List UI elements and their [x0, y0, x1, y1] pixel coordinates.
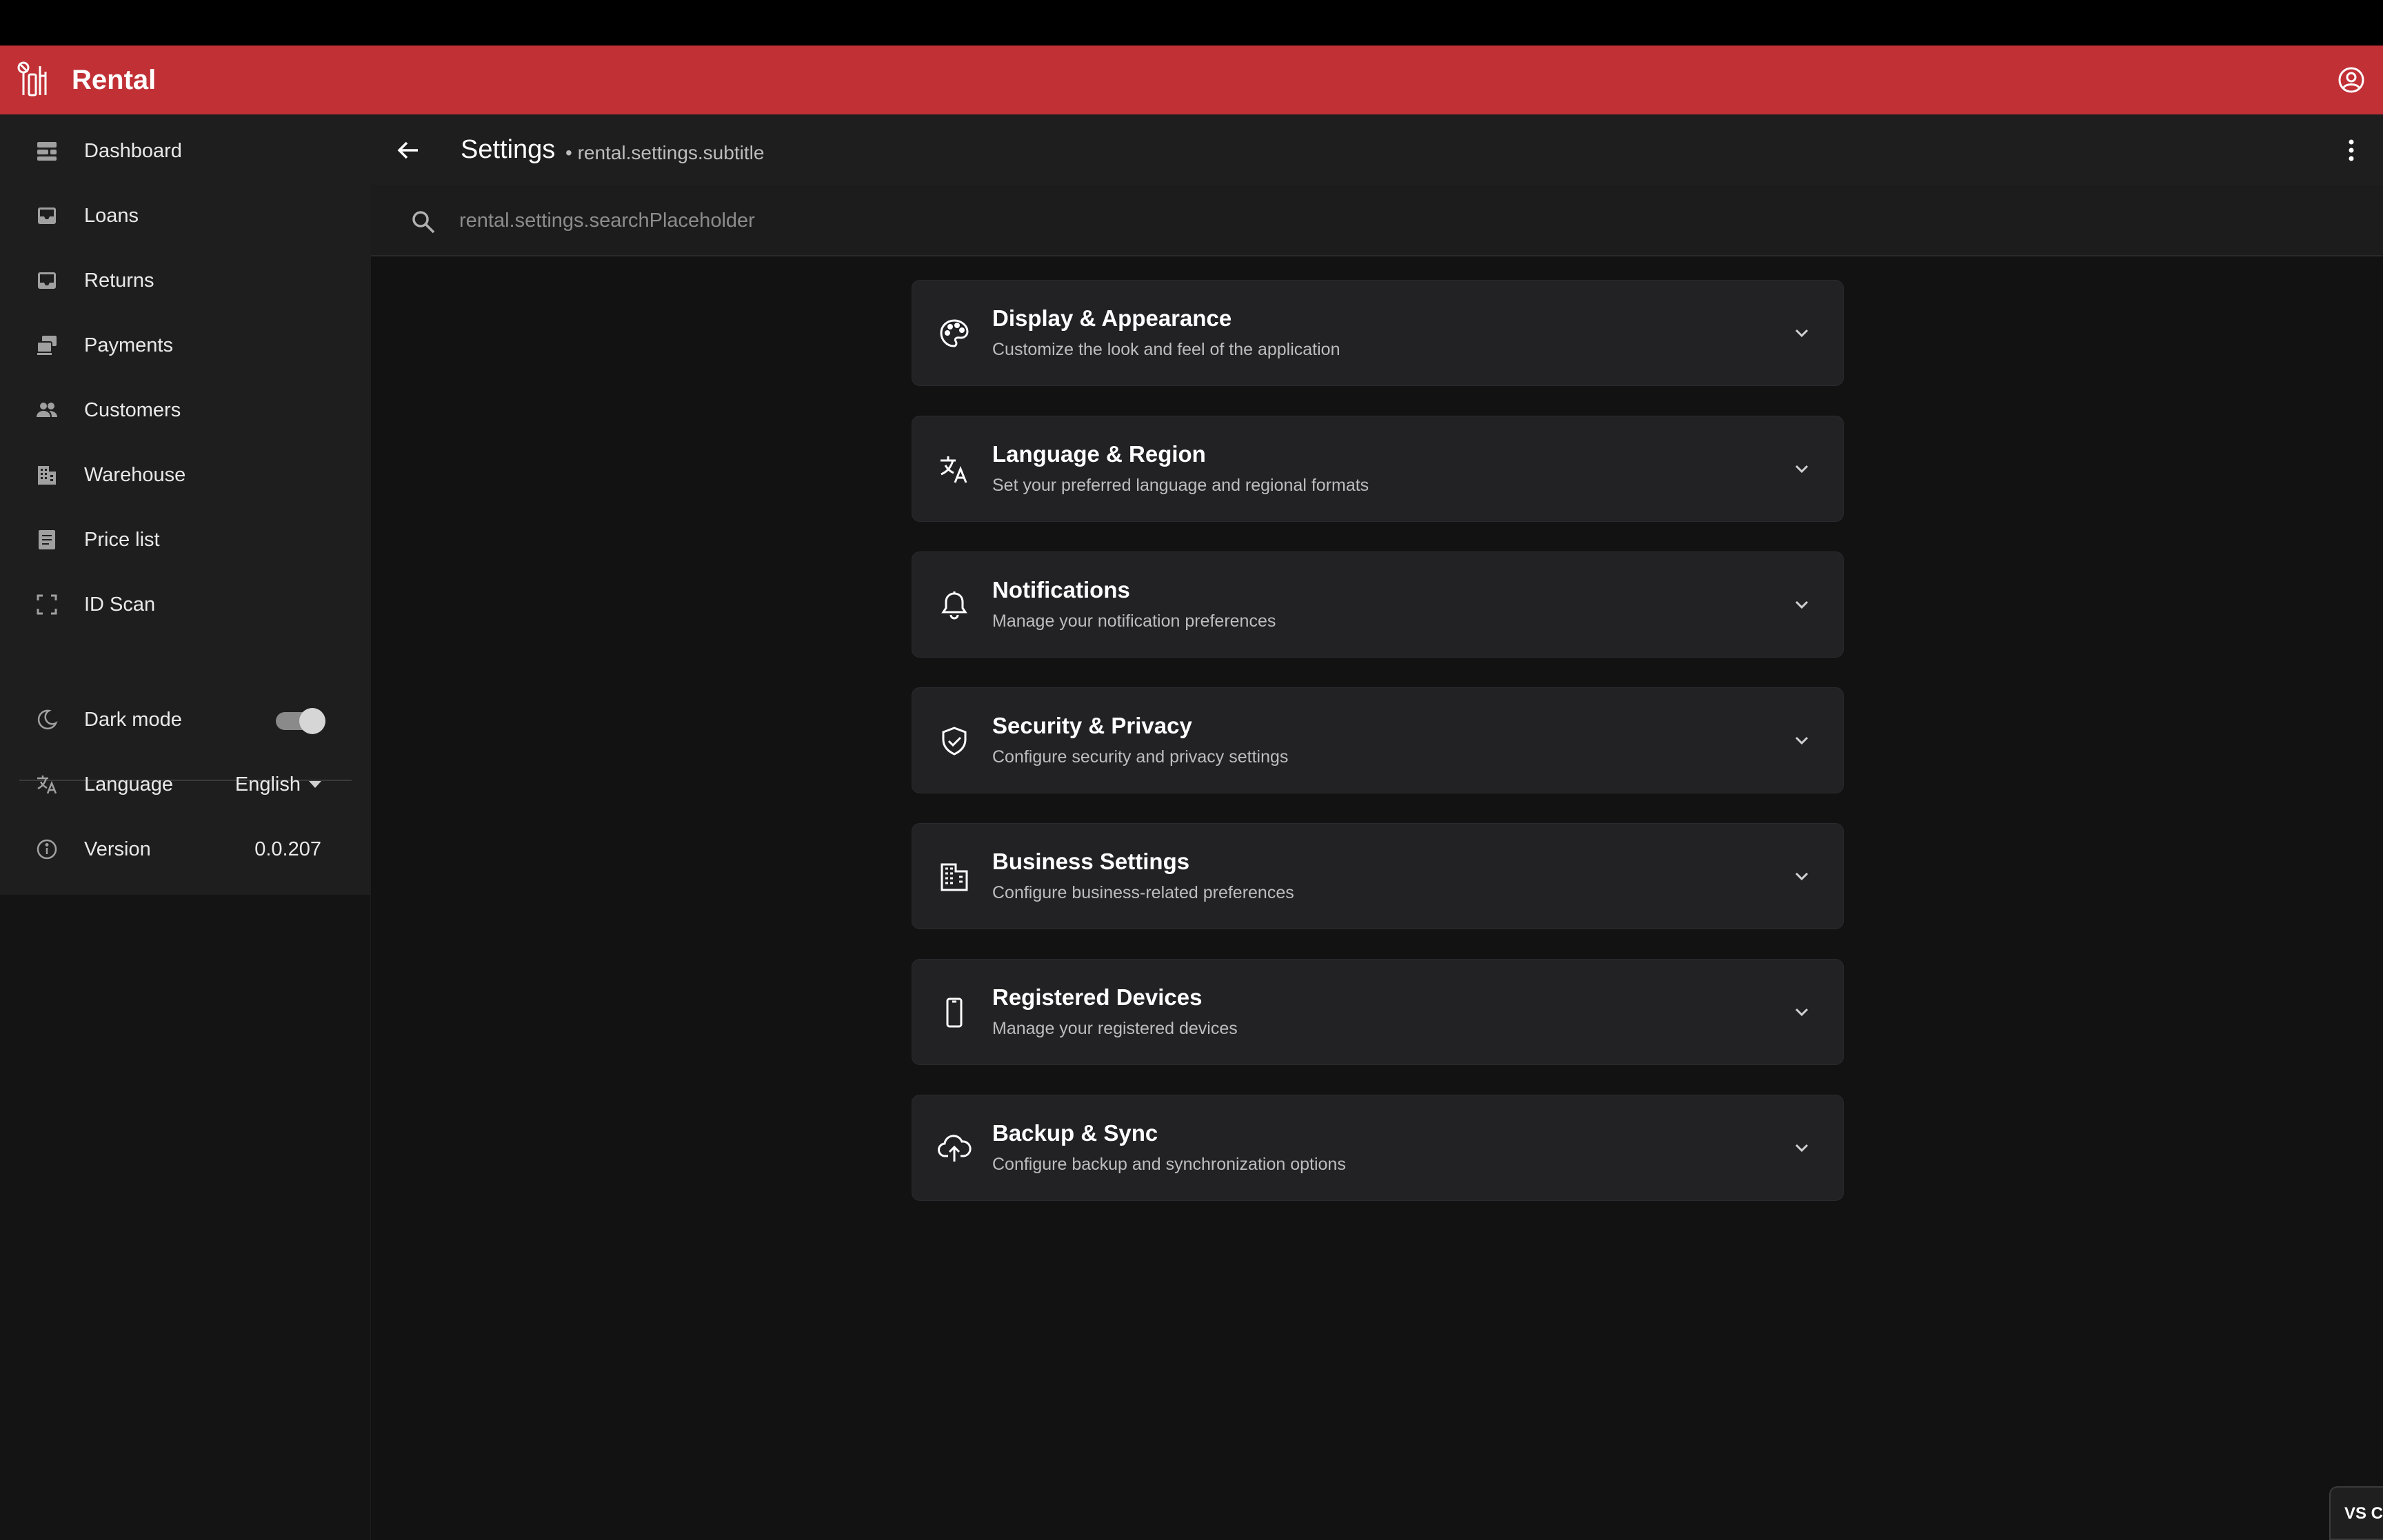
payments-icon [33, 332, 61, 359]
dark-mode-row: Dark mode [0, 689, 371, 750]
chevron-down-icon [1787, 1133, 1817, 1163]
sidebar-item-label: Returns [84, 269, 154, 292]
sidebar-item-label: Warehouse [84, 463, 186, 486]
sidebar-item-label: Customers [84, 398, 181, 421]
building-icon [33, 461, 61, 489]
section-security-privacy[interactable]: Security & Privacy Configure security an… [912, 687, 1844, 793]
section-title: Notifications [992, 577, 1130, 602]
section-business-settings[interactable]: Business Settings Configure business-rel… [912, 823, 1844, 929]
section-description: Manage your notification preferences [992, 611, 1276, 631]
language-select[interactable]: English [235, 773, 321, 796]
people-icon [33, 396, 61, 424]
section-title: Backup & Sync [992, 1120, 1158, 1146]
account-circle-icon[interactable] [2335, 63, 2368, 97]
sidebar-item-id-scan[interactable]: ID Scan [0, 574, 371, 635]
section-notifications[interactable]: Notifications Manage your notification p… [912, 551, 1844, 658]
version-label: Version [84, 838, 151, 860]
chevron-down-icon [1787, 589, 1817, 620]
section-title: Language & Region [992, 441, 1206, 467]
section-backup-sync[interactable]: Backup & Sync Configure backup and synch… [912, 1095, 1844, 1201]
sidebar-item-label: Dashboard [84, 139, 182, 162]
inbox-upload-icon [33, 202, 61, 230]
dark-mode-label: Dark mode [84, 708, 182, 731]
language-label: Language [84, 773, 174, 796]
language-value: English [234, 773, 301, 796]
bell-icon [937, 588, 972, 622]
version-value: 0.0.207 [254, 838, 321, 860]
system-top-bar [0, 0, 2383, 45]
section-title: Business Settings [992, 849, 1190, 874]
section-description: Configure security and privacy settings [992, 747, 1289, 767]
section-description: Configure business-related preferences [992, 883, 1294, 902]
more-vertical-icon[interactable] [2335, 134, 2368, 167]
translate-icon [33, 771, 61, 798]
palette-icon [937, 316, 972, 351]
page-subtitle: • rental.settings.subtitle [565, 142, 765, 163]
sidebar-item-label: Loans [84, 204, 139, 227]
sidebar-item-customers[interactable]: Customers [0, 380, 371, 440]
section-description: Set your preferred language and regional… [992, 476, 1369, 495]
settings-header: Settings • rental.settings.subtitle [371, 114, 2383, 185]
sidebar-item-label: Payments [84, 334, 173, 356]
sidebar-item-warehouse[interactable]: Warehouse [0, 445, 371, 505]
section-title: Security & Privacy [992, 713, 1192, 738]
chevron-down-icon [1787, 861, 1817, 891]
document-icon [33, 526, 61, 554]
chevron-down-icon [1787, 725, 1817, 756]
section-title: Registered Devices [992, 984, 1203, 1010]
sidebar-item-payments[interactable]: Payments [0, 315, 371, 376]
scan-frame-icon [33, 591, 61, 618]
sidebar: Dashboard Loans Returns Payments Custome… [0, 114, 371, 895]
app-title: Rental [72, 65, 157, 95]
sidebar-item-price-list[interactable]: Price list [0, 509, 371, 570]
sidebar-item-dashboard[interactable]: Dashboard [0, 121, 371, 181]
sidebar-item-loans[interactable]: Loans [0, 185, 371, 246]
chevron-down-icon [1787, 454, 1817, 484]
settings-search [371, 185, 2383, 256]
sidebar-empty-area [0, 895, 371, 1540]
search-input[interactable] [459, 201, 2252, 240]
page-title: Settings [461, 135, 556, 164]
section-description: Manage your registered devices [992, 1019, 1238, 1038]
sidebar-item-label: ID Scan [84, 593, 156, 616]
language-row: Language English [0, 754, 371, 815]
section-description: Configure backup and synchronization opt… [992, 1155, 1346, 1174]
caret-down-icon [309, 781, 321, 788]
search-icon [410, 208, 437, 236]
version-row: Version 0.0.207 [0, 819, 371, 880]
cloud-upload-icon [937, 1131, 972, 1166]
section-display-appearance[interactable]: Display & Appearance Customize the look … [912, 280, 1844, 386]
toggle-thumb [299, 708, 325, 734]
shield-check-icon [937, 724, 972, 758]
section-language-region[interactable]: Language & Region Set your preferred lan… [912, 416, 1844, 522]
app-bar: Rental [0, 45, 2383, 114]
business-building-icon [937, 860, 972, 894]
section-registered-devices[interactable]: Registered Devices Manage your registere… [912, 959, 1844, 1065]
sidebar-item-label: Price list [84, 528, 160, 551]
inbox-icon [33, 267, 61, 294]
chevron-down-icon [1787, 318, 1817, 348]
moon-icon [33, 706, 61, 733]
smartphone-icon [937, 995, 972, 1030]
chevron-down-icon [1787, 997, 1817, 1027]
arrow-left-icon[interactable] [392, 134, 425, 167]
corner-badge[interactable]: VS C [2329, 1486, 2383, 1540]
corner-badge-label: VS C [2344, 1504, 2383, 1523]
dashboard-icon [33, 137, 61, 165]
tools-icon [15, 59, 55, 99]
section-description: Customize the look and feel of the appli… [992, 340, 1340, 359]
dark-mode-toggle[interactable] [276, 708, 325, 734]
sidebar-item-returns[interactable]: Returns [0, 250, 371, 311]
section-title: Display & Appearance [992, 305, 1232, 331]
translate-icon [937, 452, 972, 487]
info-icon [33, 835, 61, 863]
